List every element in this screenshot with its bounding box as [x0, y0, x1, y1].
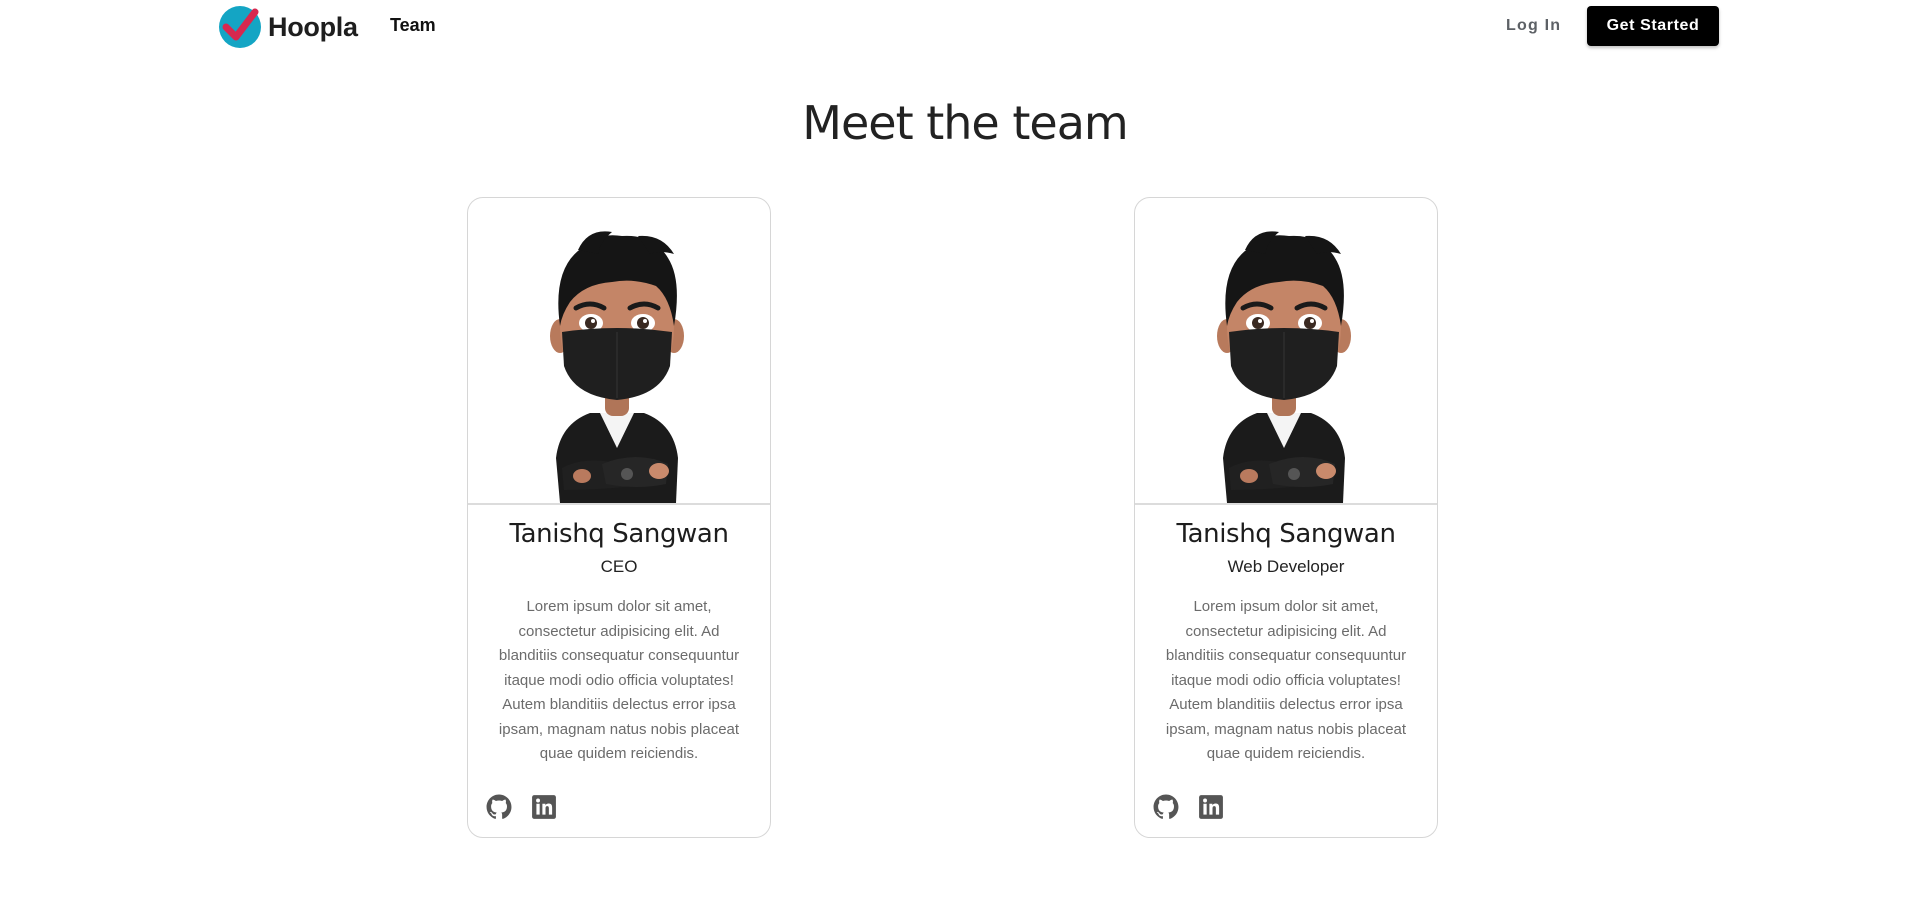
member-bio: Lorem ipsum dolor sit amet, consectetur …	[498, 598, 740, 762]
linkedin-icon	[532, 795, 556, 819]
team-member-card: Tanishq Sangwan CEO Lorem ipsum dolor si…	[467, 197, 771, 838]
avatar-frame	[468, 198, 770, 505]
avatar-frame	[1135, 198, 1437, 505]
team-member-card: Tanishq Sangwan Web Developer Lorem ipsu…	[1134, 197, 1438, 838]
github-link[interactable]	[1153, 794, 1179, 820]
linkedin-link[interactable]	[1198, 794, 1224, 820]
social-links	[1153, 794, 1224, 820]
member-role: CEO	[600, 557, 638, 576]
avatar-memoji-image	[550, 231, 684, 503]
social-links	[486, 794, 557, 820]
github-icon	[486, 794, 512, 819]
avatar-memoji-image	[1217, 231, 1351, 503]
page-title: Meet the team	[802, 96, 1128, 150]
member-role: Web Developer	[1227, 557, 1345, 576]
member-bio: Lorem ipsum dolor sit amet, consectetur …	[1165, 598, 1407, 762]
page: Hoopla Team Log In Get Started Meet the …	[0, 0, 1919, 907]
github-link[interactable]	[486, 794, 512, 820]
brand-name: Hoopla	[268, 11, 358, 42]
linkedin-icon	[1199, 795, 1223, 819]
site-header: Hoopla Team Log In Get Started	[0, 0, 1919, 52]
login-link[interactable]: Log In	[1506, 17, 1561, 35]
get-started-button[interactable]: Get Started	[1587, 6, 1719, 46]
github-icon	[1153, 794, 1179, 819]
linkedin-link[interactable]	[531, 794, 557, 820]
logo-link[interactable]: Hoopla	[219, 6, 358, 48]
hoopla-logo-icon	[219, 6, 261, 48]
nav-link-team[interactable]: Team	[390, 15, 436, 36]
member-name: Tanishq Sangwan	[509, 519, 729, 549]
member-name: Tanishq Sangwan	[1176, 519, 1396, 549]
